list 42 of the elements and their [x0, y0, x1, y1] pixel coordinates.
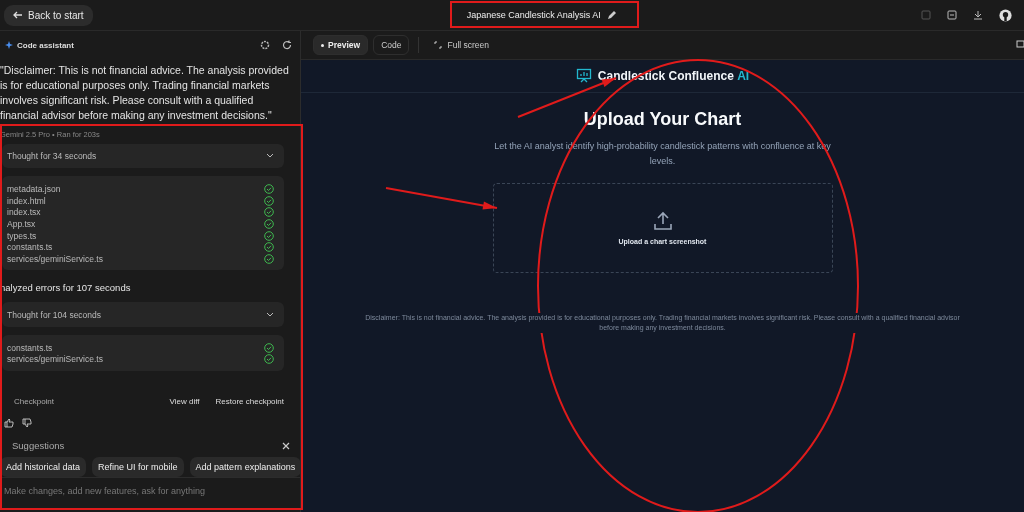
file-name: index.tsx	[7, 207, 41, 218]
file-name: index.html	[7, 195, 46, 206]
chart-board-icon	[575, 68, 592, 84]
upload-icon	[653, 211, 672, 231]
device-icon[interactable]	[1016, 40, 1024, 50]
view-tab[interactable]: Code	[373, 35, 410, 55]
pencil-icon[interactable]	[606, 10, 617, 20]
file-name: services/geminiService.ts	[7, 253, 103, 264]
full-screen-button[interactable]: Full screen	[428, 39, 496, 51]
settings-icon[interactable]	[260, 40, 270, 50]
step-heading: nalyzed errors for 107 seconds	[0, 282, 132, 294]
chevron-icon	[266, 311, 274, 318]
thought-toggle[interactable]: Thought for 104 seconds	[2, 302, 284, 327]
panel-title: Code assistant	[5, 40, 74, 50]
sparkle-icon	[5, 41, 13, 49]
file-name: constants.ts	[7, 242, 53, 253]
file-name: types.ts	[7, 230, 37, 241]
suggestion-chip[interactable]: Add pattern explanations	[189, 457, 300, 477]
view-tab[interactable]: Preview	[313, 35, 369, 55]
suggestions-title: Suggestions	[12, 440, 65, 451]
assistant-message: "Disclaimer: This is not financial advice. The analysis provided is for educational purposes only. Trading financial markets involves significant risk. Please consult with a qualified financial advisor before making any investment decisions."	[0, 63, 290, 123]
thought-toggle[interactable]: Thought for 34 seconds	[2, 144, 284, 169]
export-icon[interactable]	[947, 10, 957, 20]
project-title: Japanese Candlestick Analysis AI	[466, 10, 601, 20]
download-icon[interactable]	[973, 10, 983, 20]
thumbs-down-icon[interactable]	[22, 418, 32, 428]
github-icon[interactable]	[999, 8, 1012, 22]
suggestion-chip[interactable]: Refine UI for mobile	[92, 457, 184, 477]
thumbs-up-icon[interactable]	[4, 418, 14, 428]
back-button[interactable]: Back to start	[4, 4, 93, 26]
file-name: services/geminiService.ts	[7, 354, 103, 365]
refresh-icon[interactable]	[282, 40, 292, 50]
file-name: constants.ts	[7, 342, 53, 353]
view-diff-button[interactable]: View diff	[169, 397, 200, 406]
chevron-icon	[266, 153, 274, 160]
suggestion-chip[interactable]: Add historical data	[0, 457, 87, 477]
checkpoint-label: Checkpoint	[14, 397, 55, 406]
file-name: App.tsx	[7, 218, 36, 229]
file-name: metadata.json	[7, 184, 61, 195]
back-arrow-icon	[13, 10, 23, 20]
close-icon[interactable]	[282, 441, 290, 450]
restore-checkpoint-button[interactable]: Restore checkpoint	[215, 397, 284, 406]
